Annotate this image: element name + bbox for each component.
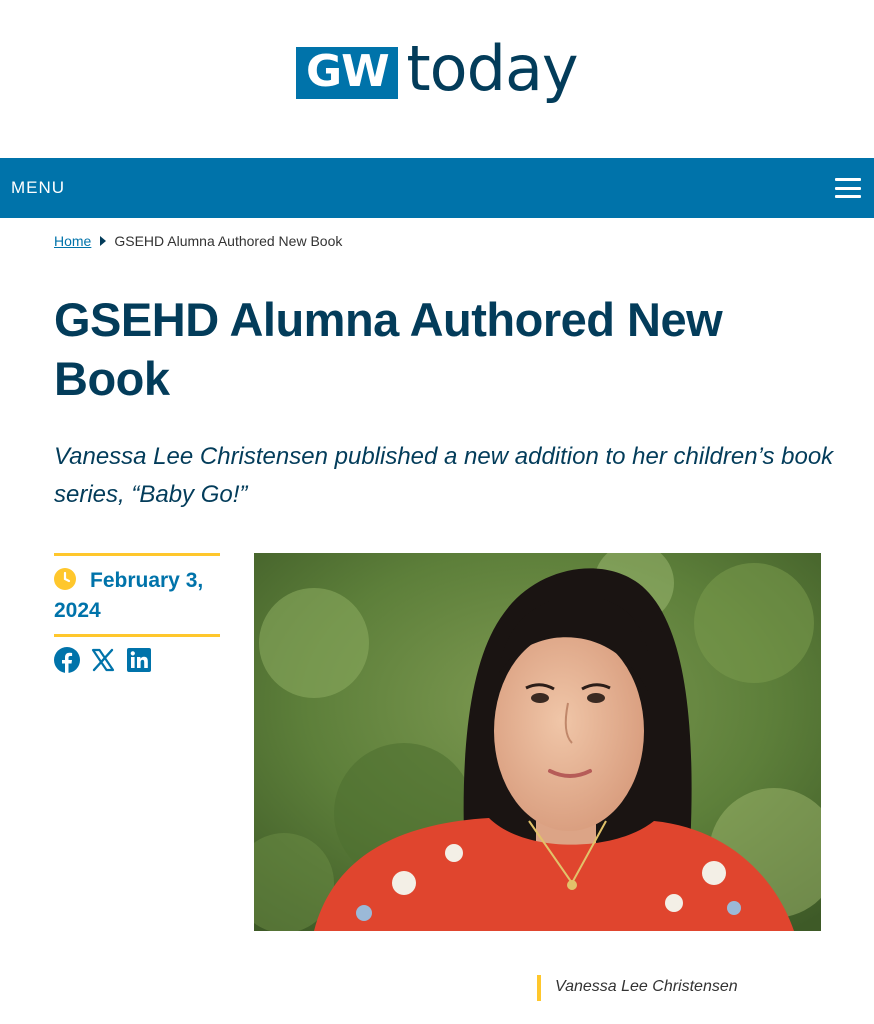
x-icon[interactable] bbox=[90, 647, 116, 673]
facebook-icon[interactable] bbox=[54, 647, 80, 673]
article-subtitle: Vanessa Lee Christensen published a new … bbox=[54, 443, 834, 508]
breadcrumb-current: GSEHD Alumna Authored New Book bbox=[114, 233, 343, 249]
publish-date-line2: 2024 bbox=[54, 599, 101, 622]
hamburger-menu-icon[interactable] bbox=[835, 178, 861, 198]
logo-gw-box: GW bbox=[296, 47, 399, 99]
clock-icon bbox=[54, 568, 76, 590]
linkedin-icon[interactable] bbox=[126, 647, 152, 673]
breadcrumb-home-link[interactable]: Home bbox=[54, 233, 91, 249]
share-buttons bbox=[54, 647, 220, 673]
site-header: GW today bbox=[0, 32, 874, 116]
publish-date-line1: February 3, bbox=[90, 569, 204, 592]
publish-date-block: February 3, 2024 bbox=[54, 553, 220, 637]
gw-today-logo[interactable]: GW today bbox=[296, 32, 579, 116]
main-nav-bar: MENU bbox=[0, 158, 874, 218]
article-photo bbox=[254, 553, 821, 931]
article-title: GSEHD Alumna Authored New Book bbox=[54, 293, 723, 405]
article-meta: February 3, 2024 bbox=[54, 553, 220, 673]
menu-label[interactable]: MENU bbox=[11, 178, 65, 198]
portrait-photo bbox=[254, 553, 821, 931]
logo-today-word: today bbox=[406, 32, 578, 105]
breadcrumb-arrow-icon bbox=[100, 236, 107, 246]
breadcrumb: Home GSEHD Alumna Authored New Book bbox=[54, 233, 342, 249]
photo-caption: Vanessa Lee Christensen bbox=[537, 975, 738, 1001]
